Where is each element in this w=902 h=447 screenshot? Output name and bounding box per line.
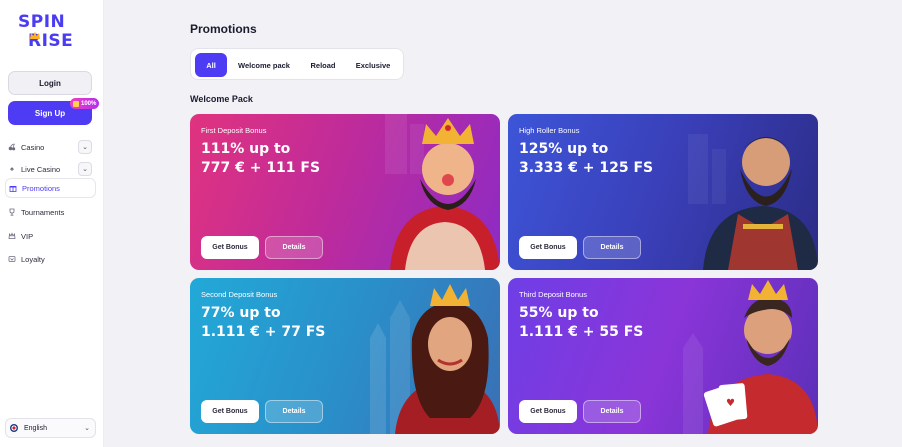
- bonus-headline: 125% up to 3.333 € + 125 FS: [519, 140, 653, 178]
- svg-text:♥: ♥: [726, 398, 735, 409]
- get-bonus-button[interactable]: Get Bonus: [519, 236, 577, 259]
- language-selector[interactable]: English ⌄: [5, 418, 96, 438]
- details-button[interactable]: Details: [583, 236, 641, 259]
- details-button[interactable]: Details: [265, 236, 323, 259]
- bonus-label: High Roller Bonus: [519, 126, 580, 135]
- tab-exclusive[interactable]: Exclusive: [349, 53, 397, 77]
- sidebar-item-tournaments[interactable]: Tournaments: [5, 202, 96, 222]
- trophy-icon: [7, 208, 17, 216]
- sidebar-item-label: Live Casino: [21, 164, 61, 174]
- promo-card-third-deposit: ♥ Third Deposit Bonus 55% up to 1.111 € …: [508, 278, 818, 434]
- tab-all[interactable]: All: [195, 53, 227, 77]
- king-character-illustration: [385, 114, 500, 270]
- login-button[interactable]: Login: [8, 71, 92, 95]
- gift-icon: [8, 184, 18, 192]
- get-bonus-button[interactable]: Get Bonus: [201, 400, 259, 423]
- promo-card-first-deposit: First Deposit Bonus 111% up to 777 € + 1…: [190, 114, 500, 270]
- cherry-icon: [7, 143, 17, 151]
- captain-character-illustration: [688, 134, 818, 270]
- gift-icon: [73, 100, 79, 107]
- details-button[interactable]: Details: [265, 400, 323, 423]
- tab-welcome-pack[interactable]: Welcome pack: [231, 53, 297, 77]
- bonus-label: First Deposit Bonus: [201, 126, 267, 135]
- loyalty-icon: [7, 255, 17, 263]
- bonus-amount-line: 1.111 € + 55 FS: [519, 324, 644, 340]
- spinrise-logo[interactable]: SPIN RISE: [18, 14, 84, 54]
- crown-icon: [30, 31, 40, 39]
- bonus-percent-line: 77% up to: [201, 305, 281, 321]
- tab-reload[interactable]: Reload: [301, 53, 345, 77]
- sidebar-item-label: Loyalty: [21, 254, 45, 264]
- bonus-headline: 55% up to 1.111 € + 55 FS: [519, 304, 643, 342]
- signup-bonus-badge: 100%: [70, 98, 100, 109]
- sidebar-item-label: Promotions: [22, 183, 60, 193]
- page-title: Promotions: [190, 22, 257, 36]
- promo-card-high-roller: High Roller Bonus 125% up to 3.333 € + 1…: [508, 114, 818, 270]
- spade-icon: ♠: [10, 165, 14, 173]
- get-bonus-button[interactable]: Get Bonus: [201, 236, 259, 259]
- logo-line1: SPIN: [18, 12, 66, 32]
- sidebar-item-vip[interactable]: VIP: [5, 226, 96, 246]
- details-button[interactable]: Details: [583, 400, 641, 423]
- sidebar: SPIN RISE Login Sign Up 100% Casino ⌄ ♠ …: [0, 0, 104, 447]
- bonus-amount-line: 1.111 € + 77 FS: [201, 324, 326, 340]
- sidebar-item-label: Casino: [21, 142, 45, 152]
- bonus-headline: 111% up to 777 € + 111 FS: [201, 140, 320, 178]
- sidebar-item-promotions[interactable]: Promotions: [5, 178, 96, 198]
- promo-card-second-deposit: Second Deposit Bonus 77% up to 1.111 € +…: [190, 278, 500, 434]
- bonus-headline: 77% up to 1.111 € + 77 FS: [201, 304, 325, 342]
- sidebar-item-label: Tournaments: [21, 207, 65, 217]
- bonus-percent-line: 111% up to: [201, 141, 291, 157]
- promotion-tabs: All Welcome pack Reload Exclusive: [190, 48, 404, 80]
- chevron-down-icon: ⌄: [84, 425, 90, 432]
- bonus-amount-line: 3.333 € + 125 FS: [519, 160, 654, 176]
- queen-character-illustration: [370, 284, 500, 434]
- jack-character-illustration: ♥: [683, 280, 818, 434]
- chevron-down-icon[interactable]: ⌄: [78, 162, 92, 176]
- signup-badge-text: 100%: [81, 100, 97, 107]
- sidebar-item-live-casino[interactable]: ♠ Live Casino ⌄: [5, 159, 96, 179]
- bonus-label: Second Deposit Bonus: [201, 290, 278, 299]
- chevron-down-icon[interactable]: ⌄: [78, 140, 92, 154]
- bonus-amount-line: 777 € + 111 FS: [201, 160, 321, 176]
- get-bonus-button[interactable]: Get Bonus: [519, 400, 577, 423]
- sidebar-item-loyalty[interactable]: Loyalty: [5, 249, 96, 269]
- crown-icon: [7, 232, 17, 240]
- bonus-percent-line: 55% up to: [519, 305, 599, 321]
- language-label: English: [24, 424, 47, 432]
- bonus-percent-line: 125% up to: [519, 141, 609, 157]
- sidebar-item-casino[interactable]: Casino ⌄: [5, 137, 96, 157]
- bonus-label: Third Deposit Bonus: [519, 290, 587, 299]
- sidebar-item-label: VIP: [21, 231, 34, 241]
- section-title-welcome-pack: Welcome Pack: [190, 94, 253, 104]
- uk-flag-icon: [10, 424, 18, 432]
